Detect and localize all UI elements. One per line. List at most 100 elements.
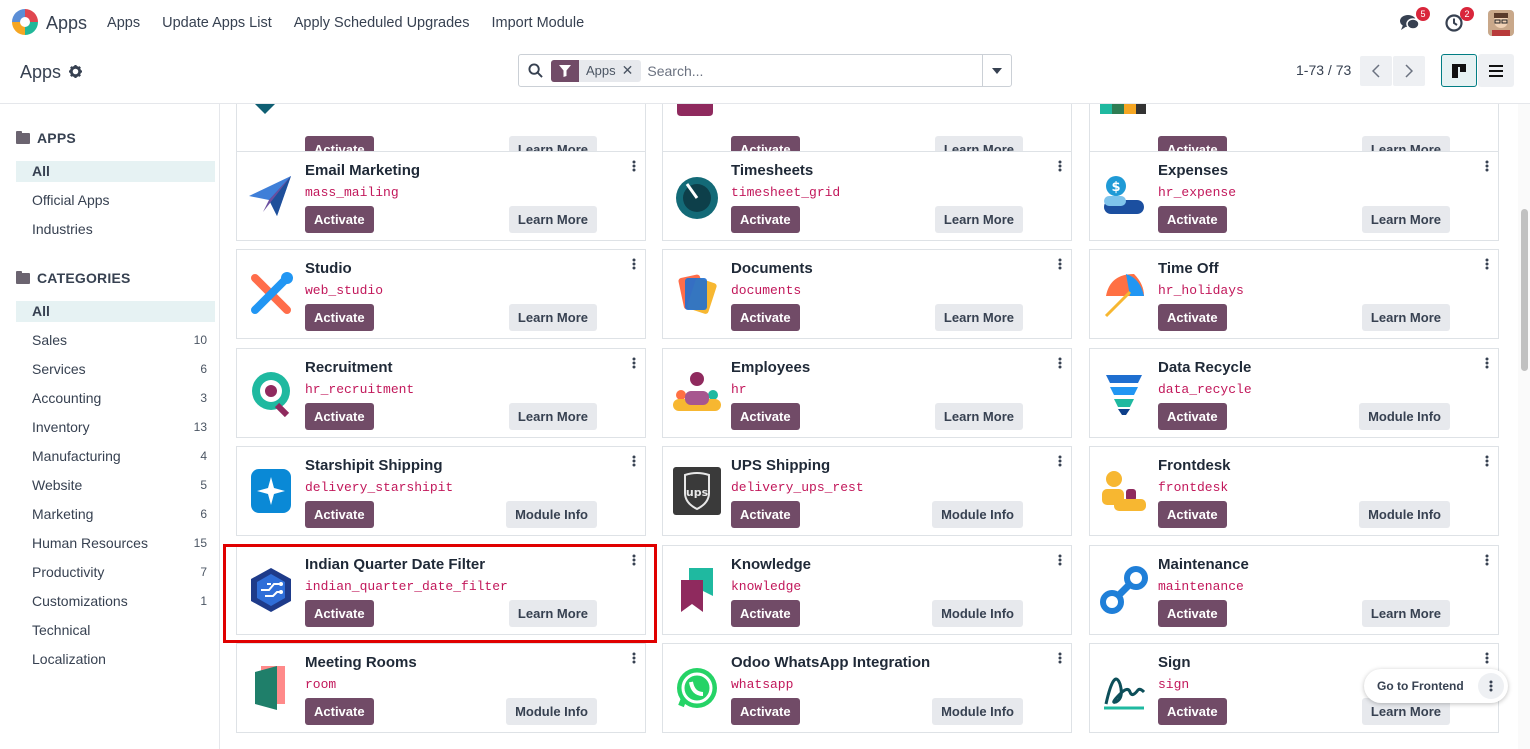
card-menu-dots-icon[interactable]	[631, 258, 637, 270]
activate-button[interactable]: Activate	[1158, 304, 1227, 331]
card-menu-dots-icon[interactable]	[631, 160, 637, 172]
activate-button[interactable]: Activate	[1158, 501, 1227, 528]
app-card[interactable]: Odoo WhatsApp Integration whatsapp Activat…	[662, 643, 1072, 733]
category-item[interactable]: All	[16, 301, 215, 322]
app-card[interactable]: Indian Quarter Date Filter indian_quarter…	[236, 545, 646, 635]
app-card[interactable]: Email Marketing mass_mailing Activate Learn…	[236, 151, 646, 241]
category-item[interactable]: Human Resources 15	[16, 533, 215, 554]
apps-filter-official[interactable]: Official Apps	[16, 190, 215, 211]
learn-more-button[interactable]: Learn More	[934, 206, 1023, 233]
category-item[interactable]: Technical	[16, 620, 215, 641]
activate-button[interactable]: Activate	[731, 698, 800, 725]
card-menu-dots-icon[interactable]	[1057, 258, 1063, 270]
category-item[interactable]: Manufacturing 4	[16, 446, 215, 467]
module-info-button[interactable]: Module Info	[506, 501, 597, 528]
activate-button[interactable]: Activate	[305, 501, 374, 528]
app-card[interactable]: Documents documents Activate Learn More	[662, 249, 1072, 339]
scrollbar[interactable]	[1518, 104, 1530, 749]
pager-next-button[interactable]	[1393, 56, 1425, 86]
messages-button[interactable]: 5	[1398, 7, 1430, 35]
learn-more-button[interactable]: Learn More	[508, 403, 597, 430]
category-item[interactable]: Accounting 3	[16, 388, 215, 409]
card-menu-dots-icon[interactable]	[1057, 652, 1063, 664]
app-card[interactable]: Meeting Rooms room Activate Module Info	[236, 643, 646, 733]
category-item[interactable]: Inventory 13	[16, 417, 215, 438]
apps-filter-industries[interactable]: Industries	[16, 219, 215, 240]
learn-more-button[interactable]: Learn More	[1361, 600, 1450, 627]
app-card[interactable]: ups UPS Shipping delivery_ups_rest Activate…	[662, 446, 1072, 536]
card-menu-dots-icon[interactable]	[631, 357, 637, 369]
pager-value[interactable]: 1-73 / 73	[1296, 62, 1351, 78]
card-menu-dots-icon[interactable]	[1484, 554, 1490, 566]
search-input[interactable]	[647, 56, 982, 85]
app-card[interactable]: Starshipit Shipping delivery_starshipit Ac…	[236, 446, 646, 536]
card-menu-dots-icon[interactable]	[1484, 160, 1490, 172]
card-menu-dots-icon[interactable]	[631, 455, 637, 467]
category-item[interactable]: Productivity 7	[16, 562, 215, 583]
learn-more-button[interactable]: Learn More	[1361, 304, 1450, 331]
learn-more-button[interactable]: Learn More	[508, 600, 597, 627]
menu-apply-scheduled-upgrades[interactable]: Apply Scheduled Upgrades	[294, 15, 470, 31]
card-menu-dots-icon[interactable]	[1057, 455, 1063, 467]
activate-button[interactable]: Activate	[305, 304, 374, 331]
card-menu-dots-icon[interactable]	[1484, 258, 1490, 270]
card-menu-dots-icon[interactable]	[1484, 455, 1490, 467]
app-card[interactable]: $ Expenses hr_expense Activate Learn More	[1089, 151, 1499, 241]
card-menu-dots-icon[interactable]	[631, 652, 637, 664]
category-item[interactable]: Marketing 6	[16, 504, 215, 525]
app-card[interactable]: Recruitment hr_recruitment Activate Learn M…	[236, 348, 646, 438]
search-options-toggle[interactable]	[982, 55, 1011, 86]
activate-button[interactable]: Activate	[731, 501, 800, 528]
activate-button[interactable]: Activate	[731, 403, 800, 430]
category-item[interactable]: Website 5	[16, 475, 215, 496]
module-info-button[interactable]: Module Info	[932, 698, 1023, 725]
module-info-button[interactable]: Module Info	[1359, 403, 1450, 430]
card-menu-dots-icon[interactable]	[1484, 357, 1490, 369]
learn-more-button[interactable]: Learn More	[508, 304, 597, 331]
card-menu-dots-icon[interactable]	[631, 554, 637, 566]
kanban-view-button[interactable]	[1441, 54, 1477, 87]
user-avatar[interactable]	[1488, 10, 1514, 36]
menu-apps[interactable]: Apps	[107, 15, 140, 31]
scrollbar-thumb[interactable]	[1521, 209, 1528, 371]
card-menu-dots-icon[interactable]	[1057, 554, 1063, 566]
module-info-button[interactable]: Module Info	[506, 698, 597, 725]
list-view-button[interactable]	[1478, 54, 1514, 87]
app-brand[interactable]: Apps	[12, 8, 87, 38]
activate-button[interactable]: Activate	[305, 600, 374, 627]
activate-button[interactable]: Activate	[305, 206, 374, 233]
activities-button[interactable]: 2	[1442, 7, 1474, 35]
card-menu-dots-icon[interactable]	[1057, 160, 1063, 172]
card-menu-dots-icon[interactable]	[1057, 357, 1063, 369]
activate-button[interactable]: Activate	[731, 600, 800, 627]
activate-button[interactable]: Activate	[1158, 403, 1227, 430]
module-info-button[interactable]: Module Info	[932, 600, 1023, 627]
search-icon[interactable]	[519, 63, 551, 78]
learn-more-button[interactable]: Learn More	[508, 206, 597, 233]
activate-button[interactable]: Activate	[305, 403, 374, 430]
app-card[interactable]: Timesheets timesheet_grid Activate Learn Mo…	[662, 151, 1072, 241]
more-vertical-icon[interactable]	[1478, 673, 1504, 699]
activate-button[interactable]: Activate	[1158, 698, 1227, 725]
gear-icon[interactable]	[69, 64, 83, 81]
go-to-frontend-button[interactable]: Go to Frontend	[1364, 669, 1508, 703]
activate-button[interactable]: Activate	[731, 304, 800, 331]
learn-more-button[interactable]: Learn More	[934, 304, 1023, 331]
app-card[interactable]: Employees hr Activate Learn More	[662, 348, 1072, 438]
app-card[interactable]: Studio web_studio Activate Learn More	[236, 249, 646, 339]
learn-more-button[interactable]: Learn More	[1361, 206, 1450, 233]
category-item[interactable]: Customizations 1	[16, 591, 215, 612]
app-card[interactable]: Maintenance maintenance Activate Learn More	[1089, 545, 1499, 635]
module-info-button[interactable]: Module Info	[1359, 501, 1450, 528]
menu-import-module[interactable]: Import Module	[491, 15, 584, 31]
category-item[interactable]: Sales 10	[16, 330, 215, 351]
activate-button[interactable]: Activate	[1158, 600, 1227, 627]
app-card[interactable]: Frontdesk frontdesk Activate Module Info	[1089, 446, 1499, 536]
app-card[interactable]: Time Off hr_holidays Activate Learn More	[1089, 249, 1499, 339]
app-card[interactable]: Data Recycle data_recycle Activate Module I…	[1089, 348, 1499, 438]
menu-update-apps-list[interactable]: Update Apps List	[162, 15, 272, 31]
remove-facet-close-icon[interactable]: ✕	[622, 62, 642, 79]
app-card[interactable]: Knowledge knowledge Activate Module Info	[662, 545, 1072, 635]
activate-button[interactable]: Activate	[305, 698, 374, 725]
activate-button[interactable]: Activate	[731, 206, 800, 233]
